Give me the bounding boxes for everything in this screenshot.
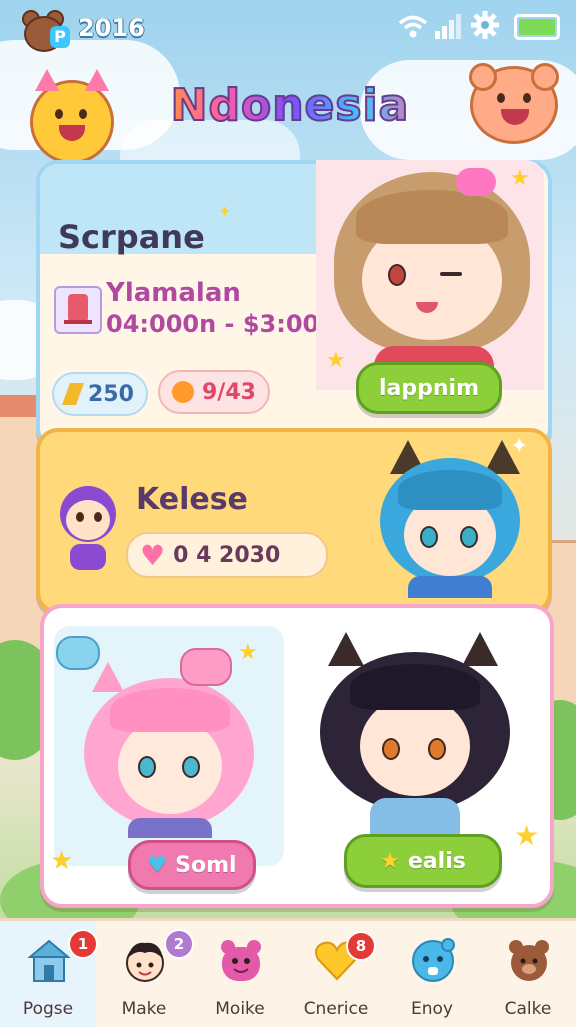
star-icon: ★ <box>326 348 346 373</box>
status-time: 2016 <box>78 14 145 42</box>
blue-blob-icon <box>412 938 455 982</box>
card-kelese[interactable]: Kelese ♥ 0 4 2030 ✦ <box>36 428 552 614</box>
pink-monster-icon <box>221 940 261 981</box>
black-hair-cat-girl-portrait <box>320 626 510 840</box>
fruit-stat-pill: 9/43 <box>158 370 270 414</box>
nav-badge: 2 <box>164 929 194 959</box>
card-scrpane[interactable]: Scrpane Ylamalan 04:000n - $3:00 250 9/4… <box>36 160 552 450</box>
star-icon: ★ <box>380 848 400 874</box>
card-title: Kelese <box>136 482 248 517</box>
ealis-button[interactable]: ★ ealis <box>344 834 502 888</box>
bottom-nav: 1 Pogse 2 Make Moike 8 Cnerice Enoy Calk… <box>0 918 576 1027</box>
item-detail: 04:000n - $3:00 <box>106 310 320 338</box>
pink-pet-icon <box>180 648 232 686</box>
star-icon: ✦ <box>218 202 232 221</box>
heart-icon: ♥ <box>140 538 166 572</box>
nav-item-moike[interactable]: Moike <box>192 921 288 1027</box>
heart-counter-pill: ♥ 0 4 2030 <box>126 532 328 578</box>
bear-avatar-icon: P <box>20 10 72 52</box>
purple-hair-kid-avatar <box>56 486 120 570</box>
boy-face-icon <box>126 942 164 982</box>
pink-hair-cat-girl-portrait <box>84 648 254 838</box>
nav-badge: 8 <box>346 931 376 961</box>
nav-label: Moike <box>215 999 265 1019</box>
gear-icon[interactable] <box>470 10 500 40</box>
soml-button-label: Soml <box>175 852 237 878</box>
star-icon: ★ <box>510 166 530 191</box>
nav-item-cnerice[interactable]: 8 Cnerice <box>288 921 384 1027</box>
card-title: Scrpane <box>58 218 205 256</box>
signal-icon <box>435 14 461 39</box>
card-duo-characters[interactable]: ★ ★ ♥ Soml ★ ★ ealis <box>40 604 554 908</box>
nav-badge: 1 <box>68 929 98 959</box>
heart-counter-value: 0 4 2030 <box>173 542 281 568</box>
ealis-button-label: ealis <box>407 848 466 874</box>
nav-item-calke[interactable]: Calke <box>480 921 576 1027</box>
nav-label: Calke <box>504 999 552 1019</box>
star-icon: ★ <box>514 819 540 852</box>
status-bar: P 2016 <box>0 0 576 56</box>
fruit-stat-value: 9/43 <box>202 379 256 405</box>
orange-fruit-icon <box>172 381 194 403</box>
nav-label: Make <box>121 999 167 1019</box>
star-icon: ★ <box>50 846 74 876</box>
gold-bar-icon <box>61 383 85 405</box>
nav-item-make[interactable]: 2 Make <box>96 921 194 1027</box>
wifi-icon <box>398 15 428 38</box>
nav-label: Enoy <box>411 999 453 1019</box>
star-icon: ★ <box>238 640 258 665</box>
nav-label: Cnerice <box>303 999 369 1019</box>
coin-stat-value: 250 <box>88 381 134 407</box>
card-action-button[interactable]: lappnim <box>356 362 502 414</box>
heart-icon: ♥ <box>147 852 168 878</box>
yellow-cat-mascot-icon <box>30 69 114 164</box>
pink-pet-icon <box>456 168 496 196</box>
star-icon: ✦ <box>510 434 529 459</box>
soml-button[interactable]: ♥ Soml <box>128 840 256 890</box>
lantern-item-icon <box>54 286 102 334</box>
brown-hair-girl-portrait <box>316 160 544 390</box>
blue-hair-cat-girl-portrait <box>380 440 530 598</box>
blue-blob-sticker-icon <box>56 636 100 670</box>
nav-label: Pogse <box>22 999 74 1019</box>
battery-icon <box>514 14 560 40</box>
app-title: Ndonesia <box>150 79 430 132</box>
bear-icon <box>509 940 549 981</box>
peach-bear-mascot-icon <box>469 63 559 144</box>
nav-item-enoy[interactable]: Enoy <box>384 921 480 1027</box>
nav-item-pogse[interactable]: 1 Pogse <box>0 921 98 1027</box>
coin-stat-pill: 250 <box>52 372 148 416</box>
house-icon <box>27 939 71 982</box>
item-name: Ylamalan <box>106 278 241 308</box>
